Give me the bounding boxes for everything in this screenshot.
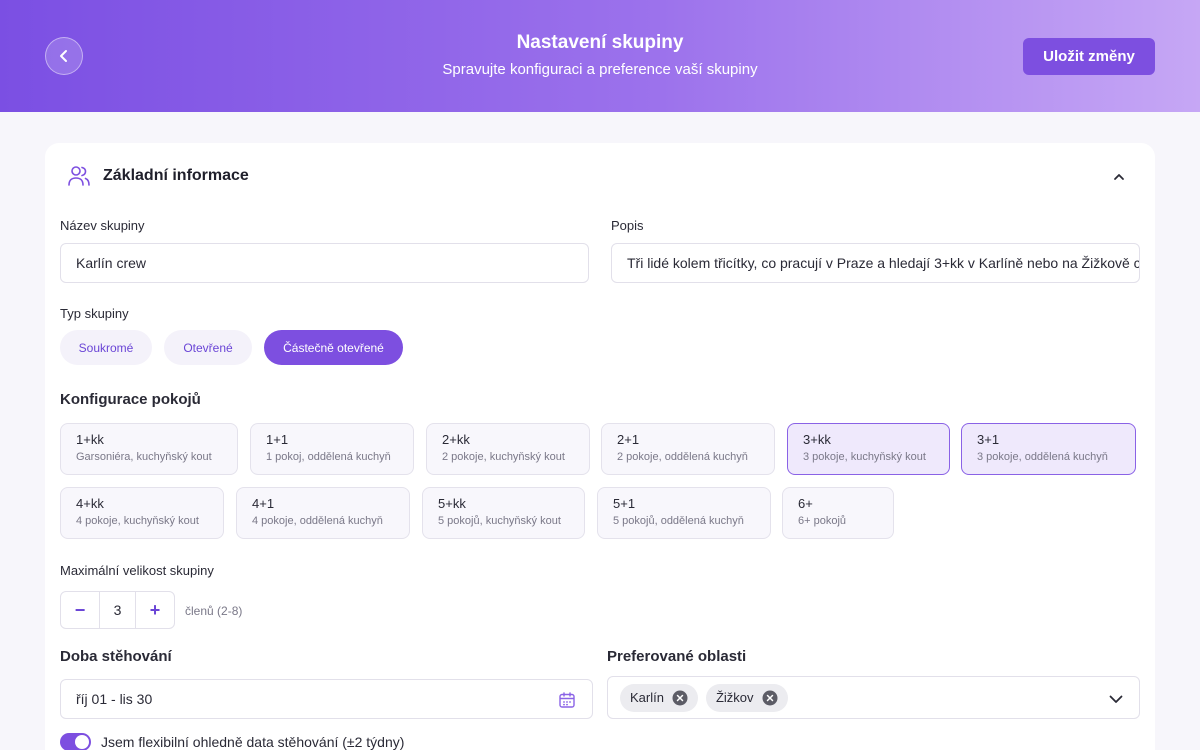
moving-date-input[interactable]: říj 01 - lis 30 bbox=[60, 679, 593, 719]
room-desc: 4 pokoje, kuchyňský kout bbox=[76, 515, 199, 527]
room-desc: 2 pokoje, oddělená kuchyň bbox=[617, 451, 748, 463]
increment-button[interactable]: + bbox=[136, 592, 174, 628]
type-partially-open[interactable]: Částečně otevřené bbox=[264, 330, 403, 365]
flexible-date-toggle[interactable] bbox=[60, 733, 91, 750]
name-label: Název skupiny bbox=[60, 218, 145, 233]
group-size-value[interactable]: 3 bbox=[99, 592, 136, 628]
flexible-date-label: Jsem flexibilní ohledně data stěhování (… bbox=[101, 734, 405, 750]
group-type-label: Typ skupiny bbox=[60, 306, 129, 321]
section-header[interactable]: Základní informace bbox=[67, 165, 249, 187]
room-option-5-1[interactable]: 5+1 5 pokojů, oddělená kuchyň bbox=[597, 487, 771, 539]
area-chip-label: Karlín bbox=[630, 690, 664, 705]
toggle-knob bbox=[75, 735, 89, 749]
page-title: Nastavení skupiny bbox=[516, 32, 684, 53]
preferred-areas-label: Preferované oblasti bbox=[607, 648, 747, 665]
type-private[interactable]: Soukromé bbox=[60, 330, 152, 365]
room-desc: 3 pokoje, oddělená kuchyň bbox=[977, 451, 1108, 463]
group-name-value: Karlín crew bbox=[76, 255, 147, 271]
room-code: 3+kk bbox=[803, 432, 831, 447]
room-code: 4+kk bbox=[76, 496, 104, 511]
room-option-1kk[interactable]: 1+kk Garsoniéra, kuchyňský kout bbox=[60, 423, 238, 475]
room-desc: 4 pokoje, oddělená kuchyň bbox=[252, 515, 383, 527]
calendar-icon[interactable] bbox=[558, 691, 576, 709]
group-name-input[interactable]: Karlín crew bbox=[60, 243, 589, 283]
room-option-2kk[interactable]: 2+kk 2 pokoje, kuchyňský kout bbox=[426, 423, 590, 475]
room-option-4-1[interactable]: 4+1 4 pokoje, oddělená kuchyň bbox=[236, 487, 410, 539]
room-code: 6+ bbox=[798, 496, 813, 511]
moving-date-value: říj 01 - lis 30 bbox=[76, 691, 153, 707]
decrement-button[interactable]: − bbox=[61, 592, 99, 628]
remove-chip-icon[interactable] bbox=[762, 690, 778, 706]
description-value: Tři lidé kolem třicítky, co pracují v Pr… bbox=[627, 255, 1140, 271]
room-code: 1+1 bbox=[266, 432, 289, 447]
moving-period-label: Doba stěhování bbox=[60, 648, 172, 665]
group-size-hint: členů (2-8) bbox=[185, 604, 243, 618]
type-open[interactable]: Otevřené bbox=[164, 330, 252, 365]
room-desc: Garsoniéra, kuchyňský kout bbox=[76, 451, 212, 463]
area-chip-label: Žižkov bbox=[715, 690, 754, 705]
room-desc: 5 pokojů, kuchyňský kout bbox=[438, 515, 561, 527]
users-icon bbox=[68, 166, 90, 186]
room-desc: 5 pokojů, oddělená kuchyň bbox=[613, 515, 744, 527]
room-option-4kk[interactable]: 4+kk 4 pokoje, kuchyňský kout bbox=[60, 487, 224, 539]
section-title: Základní informace bbox=[103, 167, 249, 184]
room-code: 2+kk bbox=[442, 432, 470, 447]
room-code: 3+1 bbox=[977, 432, 1000, 447]
area-chip: Žižkov bbox=[705, 683, 788, 712]
room-option-1-1[interactable]: 1+1 1 pokoj, oddělená kuchyň bbox=[250, 423, 414, 475]
preferred-areas-select[interactable]: Karlín Žižkov bbox=[607, 676, 1140, 719]
rooms-label: Konfigurace pokojů bbox=[60, 391, 201, 408]
room-desc: 2 pokoje, kuchyňský kout bbox=[442, 451, 565, 463]
room-code: 2+1 bbox=[617, 432, 640, 447]
basic-info-card: Základní informace Název skupiny Karlín … bbox=[45, 143, 1155, 750]
room-option-3kk[interactable]: 3+kk 3 pokoje, kuchyňský kout bbox=[787, 423, 950, 475]
page-header: Nastavení skupiny Spravujte konfiguraci … bbox=[0, 0, 1200, 112]
room-desc: 6+ pokojů bbox=[798, 515, 847, 527]
save-button[interactable]: Uložit změny bbox=[1023, 38, 1155, 75]
room-code: 4+1 bbox=[252, 496, 275, 511]
room-code: 5+1 bbox=[613, 496, 636, 511]
room-option-5kk[interactable]: 5+kk 5 pokojů, kuchyňský kout bbox=[422, 487, 585, 539]
description-input[interactable]: Tři lidé kolem třicítky, co pracují v Pr… bbox=[611, 243, 1140, 283]
chevron-up-icon[interactable] bbox=[1111, 169, 1127, 185]
room-desc: 1 pokoj, oddělená kuchyň bbox=[266, 451, 391, 463]
room-code: 1+kk bbox=[76, 432, 104, 447]
remove-chip-icon[interactable] bbox=[672, 690, 688, 706]
room-option-6plus[interactable]: 6+ 6+ pokojů bbox=[782, 487, 894, 539]
max-size-label: Maximální velikost skupiny bbox=[60, 563, 214, 578]
room-option-3-1[interactable]: 3+1 3 pokoje, oddělená kuchyň bbox=[961, 423, 1136, 475]
room-code: 5+kk bbox=[438, 496, 466, 511]
room-option-2-1[interactable]: 2+1 2 pokoje, oddělená kuchyň bbox=[601, 423, 775, 475]
description-label: Popis bbox=[611, 218, 644, 233]
group-size-stepper: − 3 + bbox=[60, 591, 175, 629]
room-desc: 3 pokoje, kuchyňský kout bbox=[803, 451, 926, 463]
page-subtitle: Spravujte konfiguraci a preference vaší … bbox=[442, 61, 758, 78]
chevron-down-icon[interactable] bbox=[1108, 691, 1124, 707]
area-chip: Karlín bbox=[620, 683, 698, 712]
